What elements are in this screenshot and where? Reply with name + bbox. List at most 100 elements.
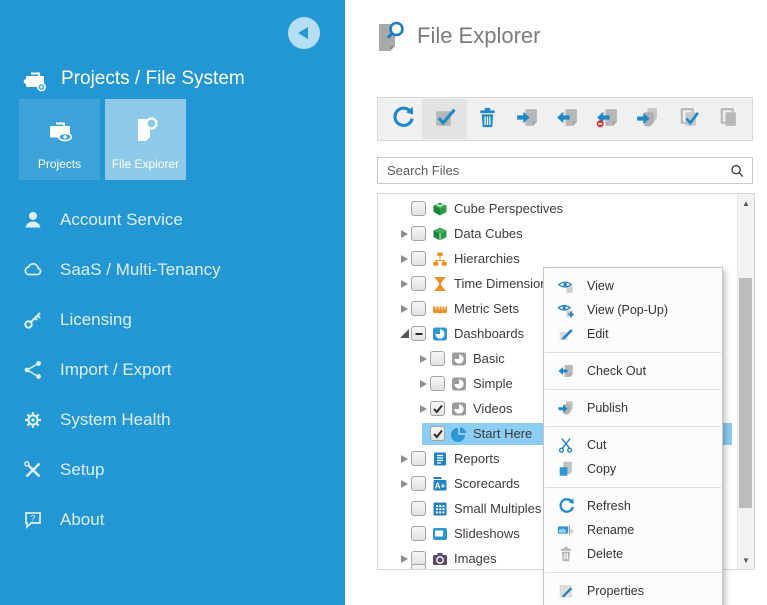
checkbox-checked[interactable] [430, 401, 445, 416]
tree-item-label: Images [454, 551, 497, 566]
menu-item-copy[interactable]: Copy [544, 457, 722, 481]
projects-briefcase-icon [45, 114, 75, 144]
dashboard-gray-icon [451, 401, 467, 417]
cube-icon [432, 226, 448, 242]
sidebar-nav: Account Service SaaS / Multi-Tenancy Licen… [0, 195, 345, 545]
checkbox-unchecked[interactable] [411, 301, 426, 316]
sidebar-item-about[interactable]: ? About [0, 495, 345, 545]
tree-row-body: Data Cubes [403, 223, 732, 245]
checkout-doc-icon [555, 105, 580, 133]
menu-item-cut[interactable]: Cut [544, 433, 722, 457]
open-cube-icon [432, 201, 448, 217]
trash-icon [475, 105, 500, 133]
checkbox-unchecked[interactable] [411, 226, 426, 241]
scrollbar-thumb[interactable] [739, 278, 752, 508]
refresh-icon [557, 497, 575, 515]
edit-pencil-icon [557, 325, 575, 343]
menu-item-check-out[interactable]: Check Out [544, 359, 722, 383]
select-all-button[interactable] [667, 99, 707, 139]
chat-question-icon: ? [22, 509, 44, 531]
sidebar-item-saas-multi-tenancy[interactable]: SaaS / Multi-Tenancy [0, 245, 345, 295]
menu-item-publish[interactable]: Publish [544, 396, 722, 420]
delete-button[interactable] [467, 99, 507, 139]
checkbox-unchecked[interactable] [411, 501, 426, 516]
menu-separator [545, 389, 721, 390]
tree-scrollbar[interactable]: ▲ ▼ [737, 194, 754, 569]
menu-item-label: Publish [587, 401, 628, 415]
sidebar-item-label: Import / Export [60, 360, 172, 379]
view-eye-icon [557, 277, 575, 295]
publish-button[interactable] [627, 99, 667, 139]
properties-icon [557, 582, 575, 600]
sidebar-item-system-health[interactable]: System Health [0, 395, 345, 445]
pie-chart-icon [451, 426, 467, 442]
menu-item-rename[interactable]: ab c Rename [544, 518, 722, 542]
sidebar-item-label: System Health [60, 410, 171, 429]
tree-item-label: Metric Sets [454, 301, 520, 316]
svg-text:ab: ab [559, 528, 566, 534]
tree-item-label: Scorecards [454, 476, 520, 491]
tree-item-label: Time Dimensions [454, 276, 554, 291]
sidebar-item-label: About [60, 510, 105, 529]
scroll-up-icon[interactable]: ▲ [738, 196, 754, 210]
checkbox-checked[interactable] [430, 426, 445, 441]
tree-item-partial [411, 564, 426, 569]
dashboard-blue-icon [432, 326, 448, 342]
checkbox-unchecked[interactable] [411, 201, 426, 216]
back-arrow-icon [297, 27, 308, 39]
copy-all-button[interactable] [707, 99, 747, 139]
scroll-down-icon[interactable]: ▼ [738, 553, 754, 567]
menu-item-refresh[interactable]: Refresh [544, 494, 722, 518]
sidebar-item-label: Setup [60, 460, 105, 479]
checkbox[interactable] [411, 564, 426, 569]
checkbox-unchecked[interactable] [430, 351, 445, 366]
sidebar-item-setup[interactable]: Setup [0, 445, 345, 495]
tile-file-explorer-label: File Explorer [111, 157, 180, 171]
sidebar-item-import-export[interactable]: Import / Export [0, 345, 345, 395]
tree-item-label: Videos [473, 401, 513, 416]
check-in-button[interactable] [507, 99, 547, 139]
search-box [377, 157, 753, 184]
file-toolbar [377, 97, 753, 141]
undo-check-out-button[interactable] [587, 99, 627, 139]
menu-item-edit[interactable]: Edit [544, 322, 722, 346]
tools-icon [22, 459, 44, 481]
multi-copy-icon [715, 105, 740, 133]
search-input[interactable] [385, 162, 729, 179]
menu-item-view-pop-up[interactable]: View (Pop-Up) [544, 298, 722, 322]
checkbox-unchecked[interactable] [430, 376, 445, 391]
checkbox-unchecked[interactable] [411, 276, 426, 291]
sidebar-item-account-service[interactable]: Account Service [0, 195, 345, 245]
gear-icon [22, 409, 44, 431]
search-icon[interactable] [729, 163, 745, 179]
checkbox-unchecked[interactable] [411, 526, 426, 541]
tile-file-explorer[interactable]: File Explorer [105, 99, 186, 180]
refresh-button[interactable] [382, 99, 422, 139]
tree-item-label: Data Cubes [454, 226, 523, 241]
sidebar: Projects / File System Projects File Exp… [0, 0, 345, 605]
tree-item-label: Slideshows [454, 526, 520, 541]
collapse-sidebar-button[interactable] [288, 17, 320, 49]
tree-item-cube-perspectives[interactable]: Cube Perspectives [378, 196, 754, 221]
checkin-doc-icon [515, 105, 540, 133]
menu-item-label: Refresh [587, 499, 631, 513]
sidebar-tiles: Projects File Explorer [19, 99, 186, 180]
menu-item-view[interactable]: View [544, 274, 722, 298]
tree-item-data-cubes[interactable]: Data Cubes [378, 221, 754, 246]
checkbox-unchecked[interactable] [411, 251, 426, 266]
refresh-icon [390, 105, 415, 133]
tile-projects-label: Projects [37, 157, 82, 171]
sidebar-item-licensing[interactable]: Licensing [0, 295, 345, 345]
checkbox-unchecked[interactable] [411, 451, 426, 466]
checkbox-indeterminate[interactable] [411, 326, 426, 341]
publish-docs-icon [635, 105, 660, 133]
menu-item-delete[interactable]: Delete [544, 542, 722, 566]
tile-projects[interactable]: Projects [19, 99, 100, 180]
checkbox-unchecked[interactable] [411, 476, 426, 491]
page-title: File Explorer [373, 18, 540, 54]
slideshow-icon [432, 526, 448, 542]
menu-item-properties[interactable]: Properties [544, 579, 722, 603]
check-out-button[interactable] [547, 99, 587, 139]
sidebar-item-label: SaaS / Multi-Tenancy [60, 260, 221, 279]
multi-select-button[interactable] [422, 99, 467, 139]
